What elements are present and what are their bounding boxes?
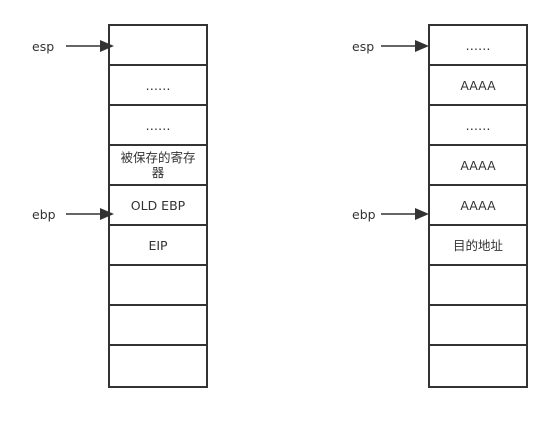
right-stack-cell: …… xyxy=(430,26,526,66)
right-stack-cell: …… xyxy=(430,106,526,146)
right-stack-cell: AAAA xyxy=(430,186,526,226)
left-stack-cell: …… xyxy=(110,106,206,146)
left-stack-cell xyxy=(110,306,206,346)
right-esp-pointer: esp xyxy=(352,38,429,54)
left-stack-cell xyxy=(110,346,206,386)
right-ebp-pointer: ebp xyxy=(352,206,429,222)
right-stack-cell xyxy=(430,346,526,386)
esp-label: esp xyxy=(32,38,55,54)
ebp-label: ebp xyxy=(352,206,376,222)
left-stack-cell: …… xyxy=(110,66,206,106)
right-stack-cell xyxy=(430,266,526,306)
left-stack-cell-eip: EIP xyxy=(110,226,206,266)
right-arrow-icon xyxy=(381,40,429,52)
left-esp-pointer: esp xyxy=(32,38,114,54)
left-stack-cell-saved-registers: 被保存的寄存器 xyxy=(110,146,206,186)
right-arrow-icon xyxy=(66,40,114,52)
left-stack-cell xyxy=(110,26,206,66)
right-arrow-icon xyxy=(381,208,429,220)
left-stack-cell-old-ebp: OLD EBP xyxy=(110,186,206,226)
right-stack-cell-target-address: 目的地址 xyxy=(430,226,526,266)
right-arrow-icon xyxy=(66,208,114,220)
right-stack-cell: AAAA xyxy=(430,66,526,106)
esp-label: esp xyxy=(352,38,375,54)
left-stack-diagram: …… …… 被保存的寄存器 OLD EBP EIP xyxy=(108,24,208,388)
right-stack-cell xyxy=(430,306,526,346)
right-stack-diagram: …… AAAA …… AAAA AAAA 目的地址 xyxy=(428,24,528,388)
left-stack-cell xyxy=(110,266,206,306)
ebp-label: ebp xyxy=(32,206,56,222)
right-stack-cell: AAAA xyxy=(430,146,526,186)
left-ebp-pointer: ebp xyxy=(32,206,114,222)
